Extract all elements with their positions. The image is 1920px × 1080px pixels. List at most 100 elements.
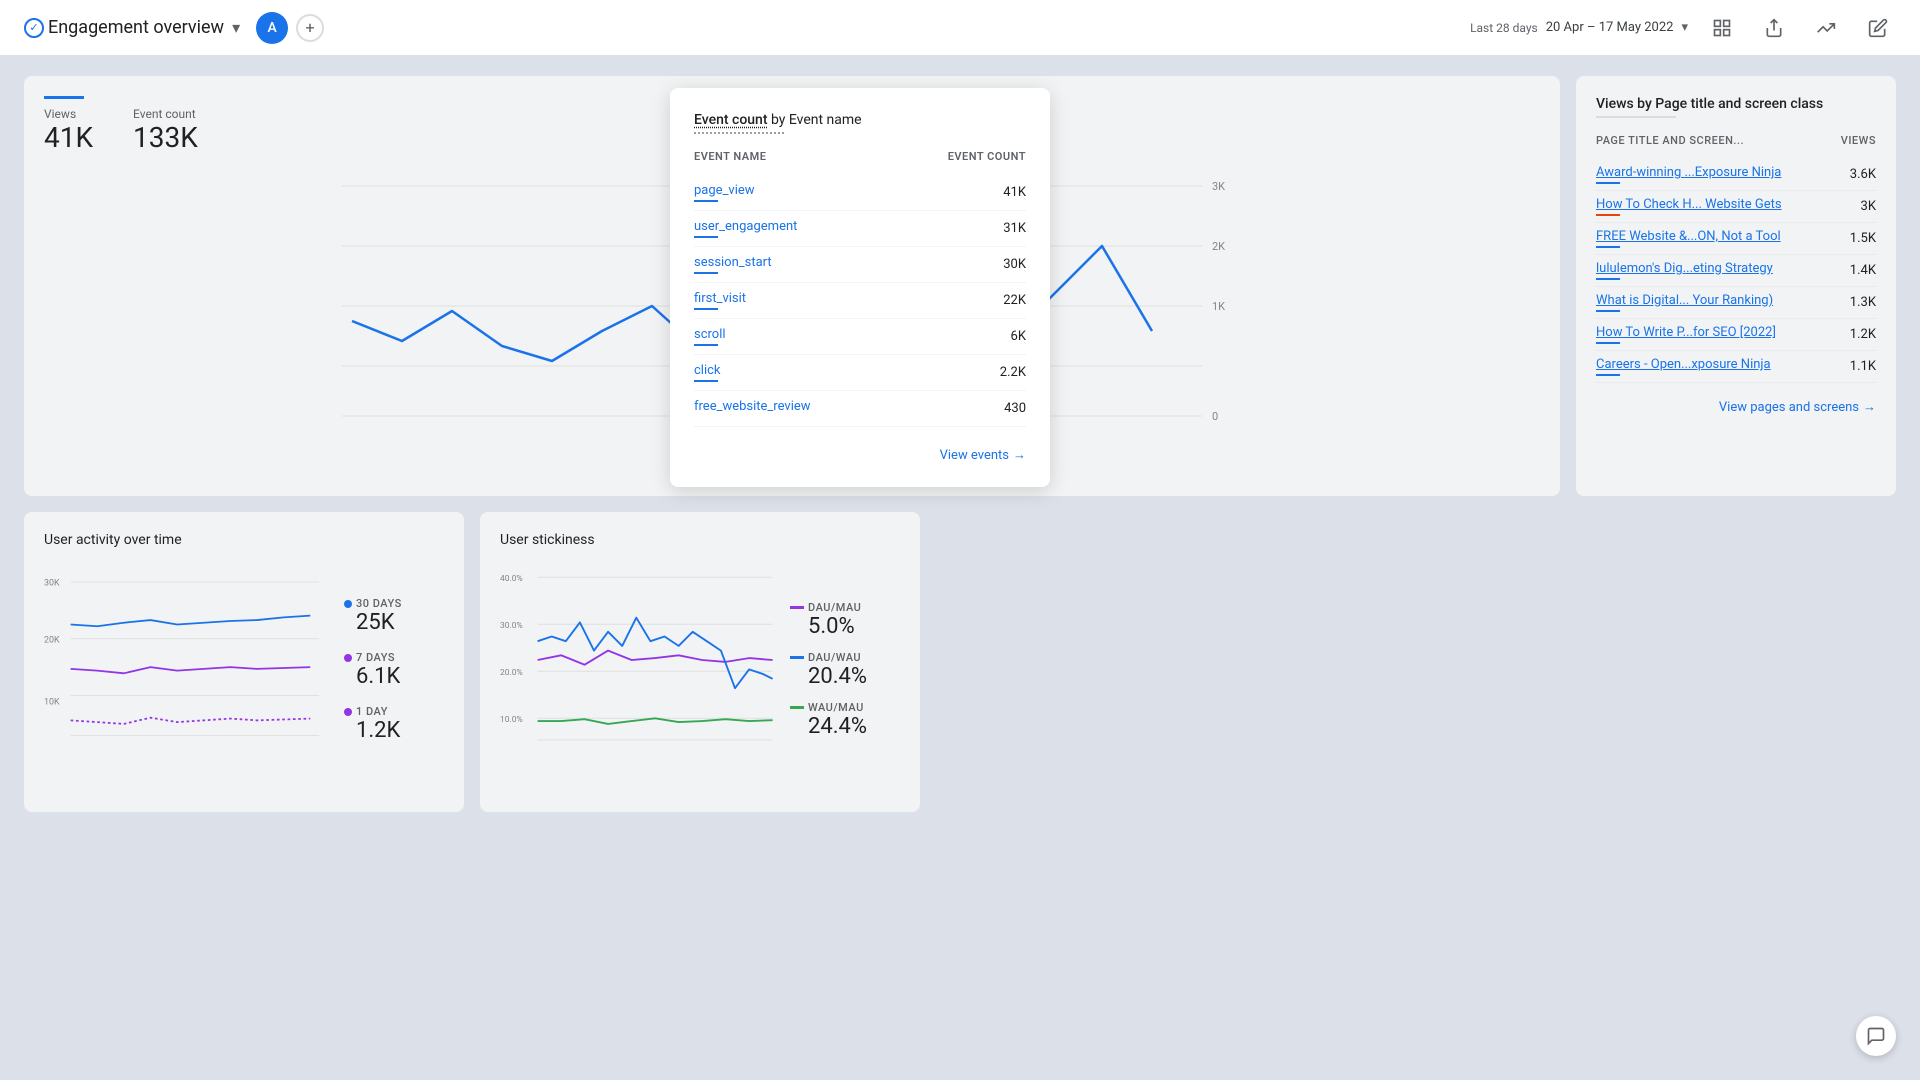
views-panel-card: Views by Page title and screen class PAG…: [1576, 76, 1896, 496]
stickiness-content: 40.0% 30.0% 20.0% 10.0%: [500, 560, 900, 780]
user-stickiness-card: User stickiness 40.0% 30.0% 20.0% 10.0%: [480, 512, 920, 812]
overlay-value-1: 31K: [966, 221, 1026, 236]
date-dropdown-icon[interactable]: ▾: [1681, 20, 1688, 35]
svg-text:20.0%: 20.0%: [500, 668, 523, 678]
views-row-label-3[interactable]: lululemon's Dig...eting Strategy: [1596, 261, 1781, 276]
check-icon: [24, 18, 44, 38]
view-events-arrow: →: [1013, 447, 1026, 463]
user-activity-svg-container: 30K 20K 10K: [44, 560, 328, 780]
row-underline-4: [1596, 310, 1620, 312]
overlay-label-5[interactable]: click: [694, 363, 966, 382]
svg-text:0: 0: [1212, 410, 1218, 423]
view-pages-link-text: View pages and screens: [1719, 400, 1859, 415]
avatar[interactable]: A: [256, 12, 288, 44]
stick-wau-mau-value: 24.4%: [808, 714, 900, 739]
user-activity-legend: 30 DAYS 25K 7 DAYS 6.1K: [344, 560, 444, 780]
overlay-title-strong: Event count: [694, 112, 768, 128]
overlay-label-1[interactable]: user_engagement: [694, 219, 966, 238]
overlay-row-underline-1: [694, 236, 718, 238]
stick-dau-mau-bar: [790, 606, 804, 609]
views-row-value-6: 1.1K: [1826, 359, 1876, 374]
stick-dau-wau-label: DAU/WAU: [790, 651, 900, 664]
views-label: Views: [44, 107, 93, 121]
views-row-4: What is Digital... Your Ranking) 1.3K: [1596, 287, 1876, 319]
overlay-label-6[interactable]: free_website_review: [694, 399, 966, 418]
stick-dau-wau-bar: [790, 656, 804, 659]
overlay-label-4[interactable]: scroll: [694, 327, 966, 346]
views-row-1: How To Check H... Website Gets 3K: [1596, 191, 1876, 223]
overlay-row-4: scroll 6K: [694, 319, 1026, 355]
user-activity-title: User activity over time: [44, 532, 444, 548]
overlay-label-2[interactable]: session_start: [694, 255, 966, 274]
share-icon-button[interactable]: [1756, 10, 1792, 46]
overlay-row-5: click 2.2K: [694, 355, 1026, 391]
views-row-label-4[interactable]: What is Digital... Your Ranking): [1596, 293, 1781, 308]
stick-dau-mau: DAU/MAU 5.0%: [790, 601, 900, 639]
overlay-value-6: 430: [966, 401, 1026, 416]
arrow-icon: →: [1863, 399, 1876, 415]
edit-icon-button[interactable]: [1860, 10, 1896, 46]
overlay-value-5: 2.2K: [966, 365, 1026, 380]
svg-text:1K: 1K: [1212, 300, 1225, 313]
svg-text:3K: 3K: [1212, 180, 1225, 193]
dropdown-icon[interactable]: ▾: [232, 18, 240, 37]
legend-30-dot: [344, 600, 352, 608]
event-count-metric: Event count 133K: [133, 107, 198, 154]
stick-dau-mau-value: 5.0%: [808, 614, 900, 639]
bottom-row: User activity over time 30K 20K 10K: [24, 512, 1896, 812]
report-icon-button[interactable]: [1704, 10, 1740, 46]
overlay-row-underline-2: [694, 272, 718, 274]
col-page-title: PAGE TITLE AND SCREEN...: [1596, 134, 1744, 147]
legend-7-dot: [344, 654, 352, 662]
overlay-row-underline-0: [694, 200, 718, 202]
date-range-value: 20 Apr – 17 May 2022: [1546, 20, 1674, 35]
legend-1-period: 1 DAY: [344, 705, 444, 718]
views-row-label-1[interactable]: How To Check H... Website Gets: [1596, 197, 1790, 212]
views-panel-title: Views by Page title and screen class: [1596, 96, 1876, 112]
col-event-name: EVENT NAME: [694, 150, 766, 163]
views-panel-underline: [1596, 116, 1676, 118]
stick-wau-mau-label: WAU/MAU: [790, 701, 900, 714]
svg-text:40.0%: 40.0%: [500, 574, 523, 584]
view-events-link[interactable]: View events →: [694, 447, 1026, 463]
views-row-label-6[interactable]: Careers - Open...xposure Ninja: [1596, 357, 1779, 372]
row-underline-1: [1596, 214, 1620, 216]
views-row-label-2[interactable]: FREE Website &...ON, Not a Tool: [1596, 229, 1789, 244]
legend-7-days: 7 DAYS 6.1K: [344, 651, 444, 689]
overlay-label-3[interactable]: first_visit: [694, 291, 966, 310]
svg-text:2K: 2K: [1212, 240, 1225, 253]
overlay-row-0: page_view 41K: [694, 175, 1026, 211]
views-row-2: FREE Website &...ON, Not a Tool 1.5K: [1596, 223, 1876, 255]
user-stickiness-title: User stickiness: [500, 532, 900, 548]
views-row-label-5[interactable]: How To Write P...for SEO [2022]: [1596, 325, 1784, 340]
view-pages-screens-link[interactable]: View pages and screens →: [1596, 399, 1876, 415]
views-value: 41K: [44, 121, 93, 154]
event-count-label: Event count: [133, 107, 198, 121]
user-activity-svg: 30K 20K 10K: [44, 560, 328, 760]
legend-1-dot: [344, 708, 352, 716]
svg-text:30K: 30K: [44, 578, 60, 588]
trend-icon-button[interactable]: [1808, 10, 1844, 46]
overlay-row-3: first_visit 22K: [694, 283, 1026, 319]
overlay-row-1: user_engagement 31K: [694, 211, 1026, 247]
overlay-col-headers: EVENT NAME EVENT COUNT: [694, 150, 1026, 167]
date-range[interactable]: Last 28 days 20 Apr – 17 May 2022 ▾: [1470, 20, 1688, 35]
stick-dau-wau-value: 20.4%: [808, 664, 900, 689]
overlay-label-0[interactable]: page_view: [694, 183, 966, 202]
legend-7-value: 6.1K: [356, 664, 444, 689]
user-activity-card: User activity over time 30K 20K 10K: [24, 512, 464, 812]
legend-30-value: 25K: [356, 610, 444, 635]
overlay-value-0: 41K: [966, 185, 1026, 200]
views-row-value-4: 1.3K: [1826, 295, 1876, 310]
overlay-value-3: 22K: [966, 293, 1026, 308]
page-title: Engagement overview: [48, 17, 224, 38]
add-property-button[interactable]: +: [296, 14, 324, 42]
views-row-3: lululemon's Dig...eting Strategy 1.4K: [1596, 255, 1876, 287]
overlay-value-4: 6K: [966, 329, 1026, 344]
row-underline-2: [1596, 246, 1620, 248]
views-row-5: How To Write P...for SEO [2022] 1.2K: [1596, 319, 1876, 351]
header-right: Last 28 days 20 Apr – 17 May 2022 ▾: [1470, 10, 1896, 46]
views-row-label-0[interactable]: Award-winning ...Exposure Ninja: [1596, 165, 1789, 180]
overlay-row-2: session_start 30K: [694, 247, 1026, 283]
chat-fab-button[interactable]: [1856, 1016, 1896, 1056]
